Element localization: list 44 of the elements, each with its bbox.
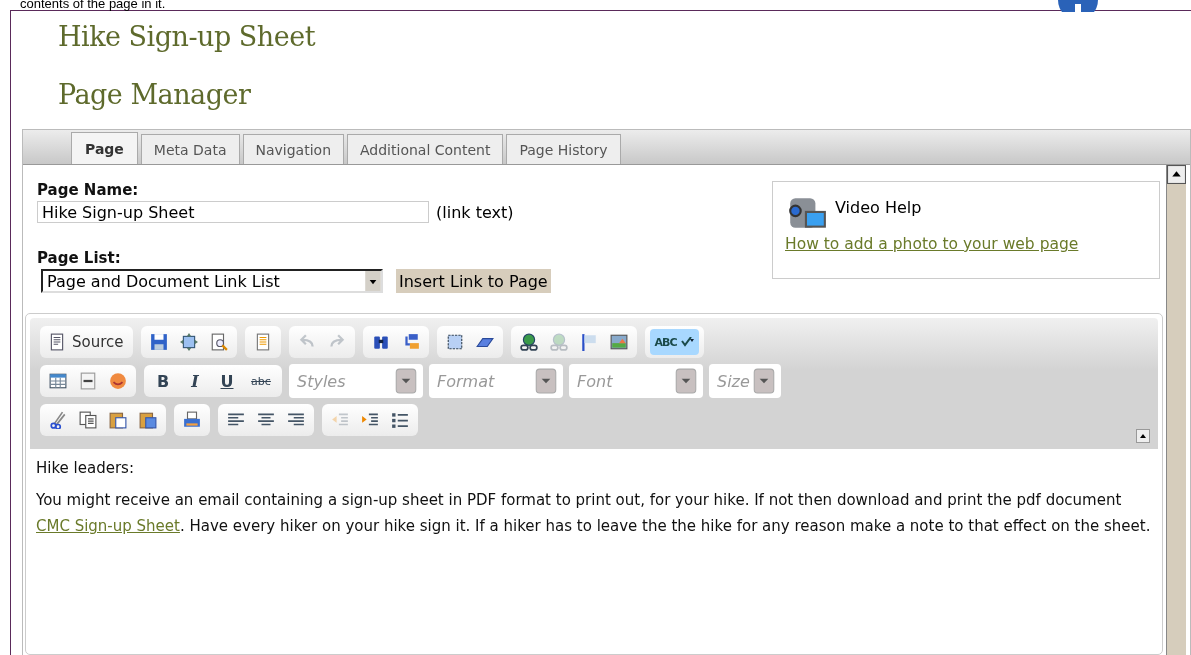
frame-icon — [179, 333, 198, 351]
info-icon[interactable] — [1058, 0, 1098, 12]
italic-button[interactable]: I — [181, 368, 209, 394]
copy-icon — [79, 411, 97, 429]
field-label: Page List: — [37, 249, 122, 267]
paragraph: You might receive an email containing a sign-up sheet in PDF format to print out, for your hike. If not then download and print the pdf document CMC Sign-up Sheet. Have every hiker on your hike sign it. If a hiker has to leave the the hike for any reason make a note to that effect on the sheet. — [36, 490, 1152, 537]
globe-link-icon — [519, 333, 538, 351]
select-all-icon — [445, 333, 464, 351]
source-button[interactable]: Source — [45, 329, 128, 355]
tab[interactable]: Page History — [506, 134, 621, 164]
tab[interactable]: Navigation — [242, 134, 344, 164]
document-link[interactable]: CMC Sign-up Sheet — [36, 517, 180, 535]
video-help-title: Video Help — [835, 198, 922, 217]
strikethrough-button[interactable]: abc — [245, 368, 277, 394]
field-note: (link text) — [436, 202, 514, 222]
paste-icon — [109, 411, 127, 429]
tab[interactable]: Page — [71, 132, 138, 164]
page-list-dropdown[interactable]: Page and Document Link List — [41, 269, 383, 293]
page-name-field[interactable]: Hike Sign-up Sheet — [37, 201, 429, 223]
document-icon — [48, 333, 66, 351]
bold-button[interactable]: B — [149, 368, 177, 394]
page-title: Hike Sign-up Sheet — [58, 20, 317, 54]
underline-button[interactable]: U — [213, 368, 241, 394]
section-title: Page Manager — [58, 78, 252, 112]
tab[interactable]: Meta Data — [140, 134, 240, 164]
paragraph: Hike leaders: — [36, 458, 135, 479]
paste-icon — [139, 411, 157, 429]
insert-link-button[interactable]: Insert Link to Page — [396, 269, 551, 293]
collapse-icon[interactable] — [1136, 429, 1150, 443]
field-label: Page Name: — [37, 181, 140, 199]
scrollbar[interactable] — [1166, 165, 1186, 655]
tab[interactable]: Additional Content — [347, 134, 504, 164]
globe-link-icon — [549, 333, 568, 351]
emoticon-icon — [109, 372, 127, 390]
scissors-icon — [49, 411, 67, 429]
image-icon — [609, 333, 628, 351]
printer-icon — [183, 411, 201, 429]
video-help-link[interactable]: How to add a photo to your web page — [785, 235, 1079, 253]
spellcheck-button[interactable]: ABC — [649, 329, 699, 355]
table-icon — [49, 372, 67, 390]
binoculars-icon — [371, 333, 390, 351]
bullet-list-icon — [391, 411, 409, 429]
flag-icon — [579, 333, 598, 351]
page-magnifier-icon — [209, 333, 228, 351]
